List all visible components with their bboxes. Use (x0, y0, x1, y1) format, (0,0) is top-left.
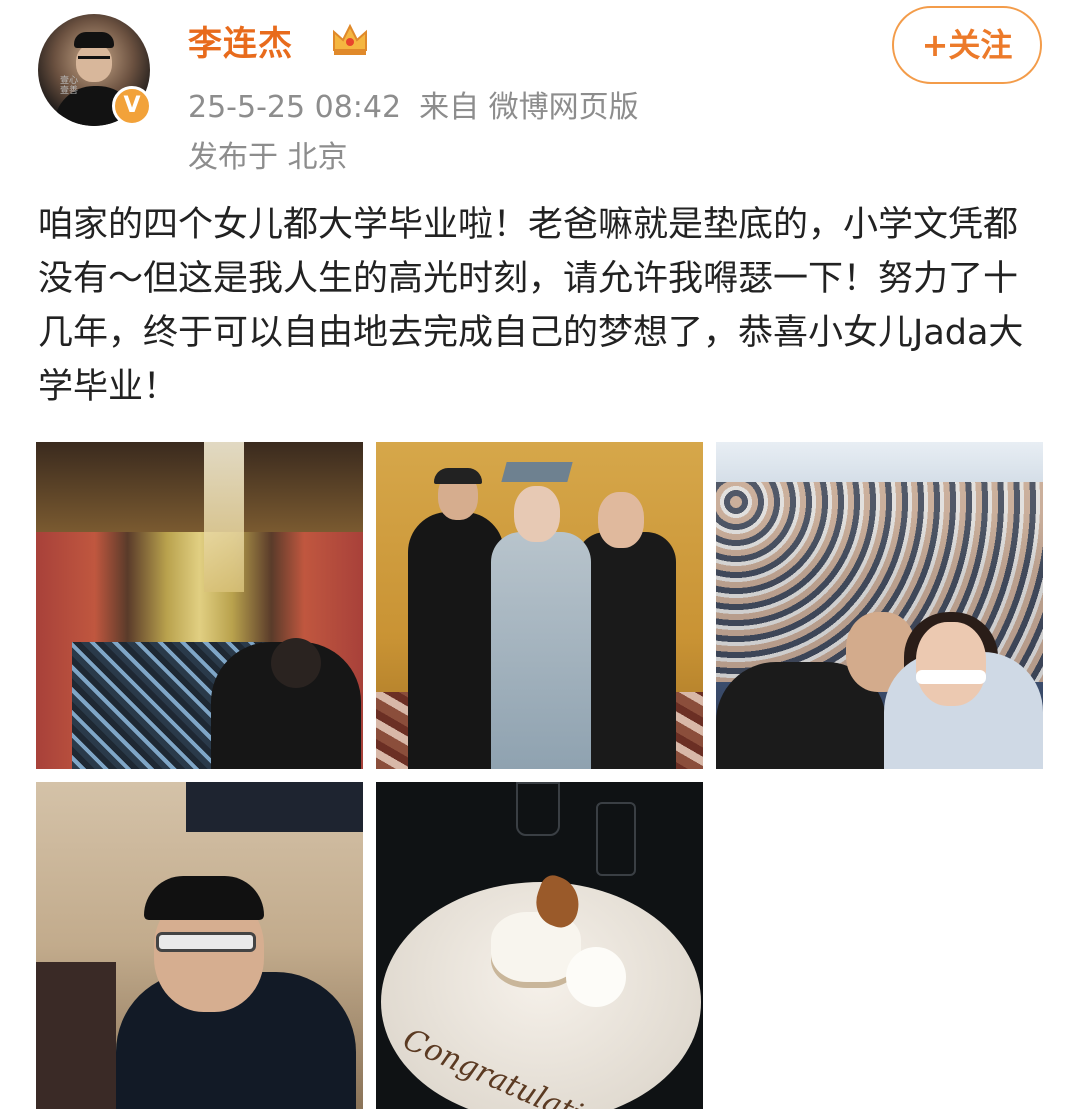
ice-cream-scoop (566, 947, 626, 1007)
post-source[interactable]: 来自 微博网页版 (419, 90, 639, 125)
photo-concert-hall[interactable] (36, 442, 363, 769)
graduate-gown (491, 532, 591, 769)
hall-chandelier (204, 442, 244, 592)
weibo-post: 壹心壹善 V 李连杰 25-5-25 08:42 来自 微博网页版 发布于 北京 … (0, 0, 1080, 1119)
graduate-head (514, 486, 560, 542)
sister-figure (576, 532, 676, 769)
avatar-caption: 壹心壹善 (60, 76, 79, 96)
follow-button[interactable]: +关注 (892, 6, 1042, 84)
wine-glass (516, 782, 560, 836)
water-glass (596, 802, 636, 876)
post-meta: 25-5-25 08:42 来自 微博网页版 (188, 82, 657, 126)
man-sunglasses (156, 932, 256, 952)
father-cap (434, 468, 482, 484)
man-head (271, 638, 321, 688)
photo-family-graduation[interactable] (376, 442, 703, 769)
verified-badge-icon: V (112, 86, 152, 126)
post-timestamp: 25-5-25 08:42 (188, 90, 402, 125)
sister-head (598, 492, 644, 548)
avatar-figure-cap (74, 32, 114, 48)
daughter-head (916, 622, 986, 706)
avatar-figure-glasses (78, 56, 110, 66)
post-location: 发布于 北京 (188, 140, 348, 175)
photo-ceremony-selfie[interactable] (716, 442, 1043, 769)
username[interactable]: 李连杰 (188, 16, 293, 65)
graduation-cap-icon (501, 462, 573, 482)
photo-congratulations-dessert[interactable]: Congratulations (376, 782, 703, 1109)
crown-icon (333, 23, 367, 55)
background-diners (36, 962, 116, 1109)
restaurant-ceiling (186, 782, 363, 832)
post-text: 咱家的四个女儿都大学毕业啦！老爸嘛就是垫底的，小学文凭都没有～但这是我人生的高光… (38, 205, 1024, 407)
man-cap (144, 876, 264, 920)
daughter-sunglasses (916, 670, 986, 684)
father-figure (408, 512, 504, 769)
hall-ceiling (36, 442, 363, 532)
photo-restaurant-portrait[interactable] (36, 782, 363, 1109)
